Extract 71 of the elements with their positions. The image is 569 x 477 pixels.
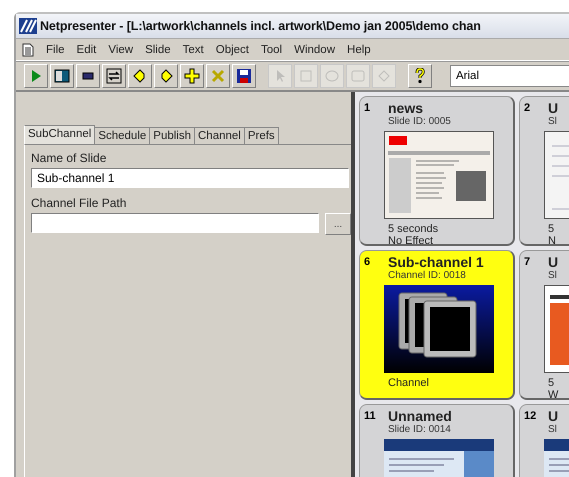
slide-card[interactable]: 11 Unnamed Slide ID: 0014 [359,404,515,477]
slide-info: W [548,389,560,398]
slide-id: Channel ID: 0018 [388,270,467,281]
slide-number: 1 [364,101,372,116]
slide-id: Sl [548,116,558,127]
rect-icon [298,68,314,84]
slide-title: U [548,254,558,270]
slide-number: 2 [524,101,532,116]
slide-info: N [548,235,557,244]
slide-number: 6 [364,255,372,270]
slide-number: 12 [524,409,538,424]
window-title: Netpresenter - [L:\artwork\channels incl. artwork\Demo jan 2005\demo chan [40,19,481,33]
menu-item[interactable]: Help [347,44,371,56]
menu-item[interactable]: Text [182,44,204,56]
slide-title: news [388,100,424,116]
slide-info: No Effect [388,235,434,244]
panel-button[interactable] [50,64,74,88]
slide-info: 5 seconds [388,223,440,235]
ellipse-icon [324,68,340,84]
stop-button[interactable] [76,64,100,88]
add-icon [184,68,200,84]
menu-item[interactable]: Slide [145,44,171,56]
menu-item[interactable]: Window [294,44,336,56]
save-icon [236,68,252,84]
slide-card[interactable]: 2 U Sl 5 N [519,96,569,246]
slide-info: 5 [548,377,556,389]
refresh-button[interactable] [102,64,126,88]
slide-card[interactable]: 12 U Sl [519,404,569,477]
menu-item[interactable]: View [108,44,134,56]
menu-item[interactable]: Tool [261,44,282,56]
tab[interactable]: Prefs [244,127,279,144]
slide-id: Slide ID: 0005 [388,116,451,127]
refresh-icon [106,68,122,84]
diamond-icon [376,68,392,84]
play-button[interactable] [24,64,48,88]
input-field[interactable] [31,213,319,233]
document-icon [22,42,34,56]
slide-info: 5 [548,223,556,235]
slide-card[interactable]: 7 U Sl 5 W [519,250,569,400]
roundrect-icon [350,68,366,84]
browse-button[interactable]: ... [325,213,351,235]
slide-number: 11 [364,409,377,424]
save-button[interactable] [232,64,256,88]
slide-id: Slide ID: 0014 [388,424,452,435]
tab[interactable]: SubChannel [24,125,96,144]
tab[interactable]: Publish [150,127,195,144]
panel-icon [54,68,70,84]
menu-item[interactable]: Edit [76,44,96,56]
menu-item[interactable]: File [46,44,65,56]
delete-icon [210,68,226,84]
menu-item[interactable]: Object [216,44,249,56]
input-field[interactable]: Sub-channel 1 [31,168,349,188]
font-field[interactable]: Arial [450,65,569,87]
slide-title: U [548,408,558,424]
delete-button[interactable] [206,64,230,88]
slide-info: Channel [388,377,430,389]
slide-number: 7 [524,255,532,270]
tab[interactable]: Schedule [95,127,150,144]
add-button[interactable] [180,64,204,88]
help-button[interactable] [408,64,432,88]
slide-card[interactable]: 1 news Slide ID: 0005 5 seconds No Effect [359,96,515,246]
field-label: Name of Slide [31,151,108,165]
slide-id: Sl [548,270,558,281]
app-logo-icon [19,18,37,34]
slide-card[interactable]: 6 Sub-channel 1 Channel ID: 0018 Channel [359,250,515,400]
tab[interactable]: Channel [195,127,245,144]
field-label: Channel File Path [31,196,128,210]
slide-title: Sub-channel 1 [388,254,484,270]
slide-id: Sl [548,424,558,435]
slide-title: Unnamed [388,408,452,424]
slide-title: U [548,100,558,116]
